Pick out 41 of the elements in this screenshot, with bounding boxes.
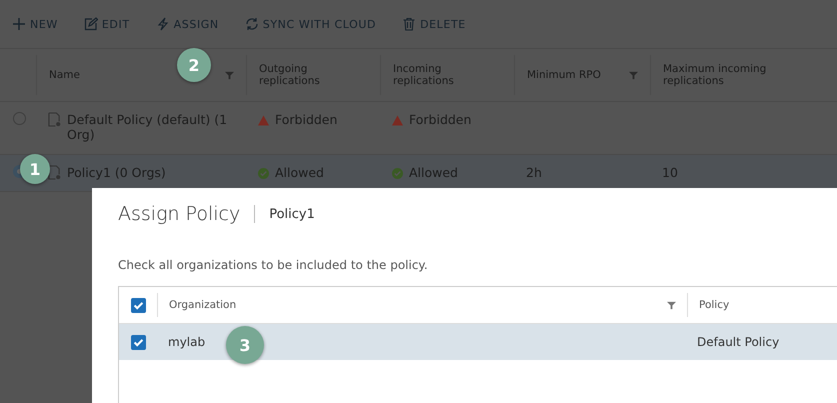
sync-icon <box>244 17 259 31</box>
policy-name: Default Policy <box>697 335 780 349</box>
checkbox[interactable] <box>130 334 146 350</box>
trash-icon <box>402 17 416 31</box>
status-text: Allowed <box>275 165 324 180</box>
step-badge: 2 <box>177 48 211 82</box>
max-replications-value: 10 <box>662 165 678 180</box>
status-text: Forbidden <box>275 112 338 127</box>
column-header: Policy <box>687 293 837 317</box>
plus-icon <box>12 17 26 31</box>
filter-icon[interactable] <box>667 300 676 310</box>
dialog-description: Check all organizations to be included to the policy. <box>118 258 429 272</box>
toolbar-button[interactable]: NEW <box>6 13 64 35</box>
policy-icon <box>48 165 61 180</box>
select-all-checkbox[interactable] <box>130 298 146 312</box>
edit-icon <box>84 17 98 31</box>
toolbar-button[interactable]: EDIT <box>78 13 136 35</box>
check-circle-icon <box>258 168 269 179</box>
column-header: Outgoing replications <box>246 55 380 95</box>
toolbar-button[interactable]: SYNC WITH CLOUD <box>238 13 382 35</box>
check-circle-icon <box>392 168 403 179</box>
warning-icon <box>392 115 403 126</box>
filter-icon[interactable] <box>225 70 234 80</box>
warning-icon <box>258 115 269 126</box>
dialog-subtitle: Policy1 <box>269 206 315 222</box>
column-header: Incoming replications <box>380 55 514 95</box>
policy-icon <box>48 112 61 127</box>
column-header: Maximum incoming replications <box>650 55 837 95</box>
rpo-value: 2h <box>526 165 542 180</box>
status-text: Forbidden <box>409 112 472 127</box>
filter-icon[interactable] <box>629 70 638 80</box>
dialog-title: Assign Policy <box>118 203 240 225</box>
toolbar-button[interactable]: ASSIGN <box>150 13 225 35</box>
policy-name: Policy1 (0 Orgs) <box>67 165 166 180</box>
organization-name: mylab <box>168 335 206 349</box>
policy-name: Default Policy (default) (1 Org) <box>67 112 228 142</box>
column-header: Minimum RPO <box>514 55 650 95</box>
column-header: Organization <box>158 299 687 311</box>
status-text: Allowed <box>409 165 458 180</box>
lightning-icon <box>156 17 170 31</box>
toolbar-button[interactable]: DELETE <box>396 13 472 35</box>
